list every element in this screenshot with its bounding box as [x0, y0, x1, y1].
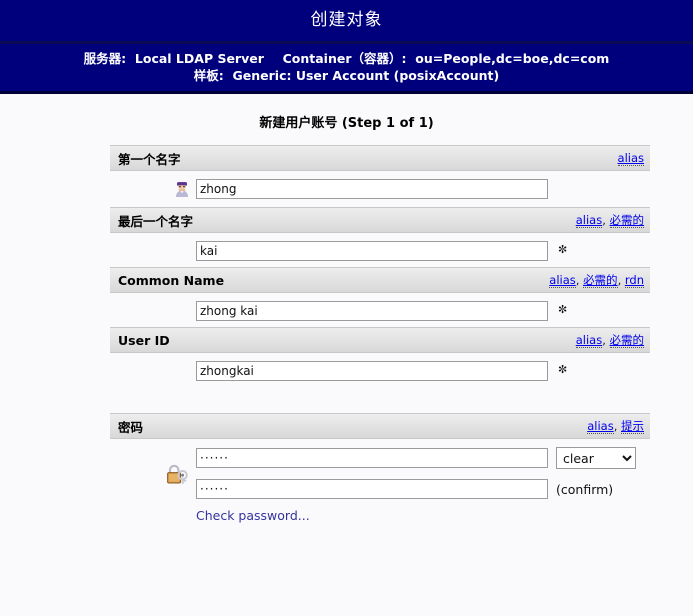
attribute-input-cell: [196, 179, 548, 199]
attribute-label: User ID: [118, 332, 170, 348]
attribute-input-cell: [196, 301, 548, 321]
container-value: ou=People,dc=boe,dc=com: [415, 51, 610, 66]
attribute-flags: alias, 必需的: [575, 213, 644, 228]
attribute-required-marker: ✼: [548, 241, 693, 256]
attribute-flags: alias, 必需的, rdn: [549, 273, 644, 288]
attribute-value-row: clearcryptmd5smd5shasshablowfish (confir…: [0, 439, 693, 529]
attribute-value-row: ✼: [0, 293, 693, 327]
check-password-row: Check password...: [196, 508, 636, 523]
password-row-primary: clearcryptmd5smd5shasshablowfish: [196, 447, 636, 469]
attribute-label: 密码: [118, 419, 144, 435]
attribute-icon-gutter: [0, 301, 196, 303]
flag-alias[interactable]: alias: [575, 213, 603, 228]
create-object-form: 第一个名字 alias zhong 最后一个名字 alias, 必需的 kai …: [0, 145, 693, 529]
server-label: 服务器:: [83, 51, 127, 66]
flag-required[interactable]: 必需的: [609, 213, 644, 228]
password-input[interactable]: [196, 448, 548, 468]
attribute-required-marker: [548, 179, 693, 181]
flag-alias[interactable]: alias: [617, 151, 644, 166]
attribute-icon-gutter: [0, 241, 196, 243]
confirm-label: (confirm): [556, 481, 614, 497]
container-label: Container（容器）:: [282, 51, 407, 66]
page-title: 创建对象: [0, 0, 693, 41]
attribute-block-first-name: 第一个名字 alias: [0, 145, 693, 207]
flag-alias[interactable]: alias: [549, 273, 576, 288]
attribute-required-marker: ✼: [548, 361, 693, 376]
template-label: 样板:: [193, 68, 224, 83]
attribute-header: Common Name alias, 必需的, rdn: [110, 267, 650, 293]
flag-alias[interactable]: alias: [575, 333, 603, 348]
attribute-icon-gutter: [0, 361, 196, 363]
user-icon: [174, 181, 190, 201]
last-name-input[interactable]: [196, 241, 548, 261]
attribute-label: 第一个名字: [118, 151, 181, 167]
attribute-value-row: [0, 171, 693, 207]
padlock-key-icon: [164, 461, 190, 490]
attribute-block-common-name: Common Name alias, 必需的, rdn ✼: [0, 267, 693, 327]
attribute-label: 最后一个名字: [118, 213, 194, 229]
required-star-icon: ✼: [558, 243, 568, 256]
password-hash-select[interactable]: clearcryptmd5smd5shasshablowfish: [556, 447, 636, 469]
attribute-required-marker: [636, 447, 693, 449]
flag-required[interactable]: 必需的: [609, 333, 644, 348]
page-banner: 创建对象 服务器: Local LDAP Server Container（容器…: [0, 0, 693, 94]
password-fields-cell: clearcryptmd5smd5shasshablowfish (confir…: [196, 447, 636, 523]
attribute-input-cell: [196, 361, 548, 381]
attribute-flags: alias: [617, 151, 644, 166]
password-rows: clearcryptmd5smd5shasshablowfish (confir…: [196, 447, 636, 523]
template-value: Generic: User Account (posixAccount): [232, 68, 500, 83]
attribute-flags: alias, 必需的: [575, 333, 644, 348]
attribute-input-cell: [196, 241, 548, 261]
attribute-block-password: 密码 alias, 提示 ······ clear ······ (confir…: [0, 413, 693, 529]
attribute-icon-gutter: [0, 447, 196, 490]
step-heading: 新建用户账号 (Step 1 of 1): [259, 116, 434, 131]
required-star-icon: ✼: [558, 363, 568, 376]
required-star-icon: ✼: [558, 303, 568, 316]
attribute-block-user-id: User ID alias, 必需的 ✼: [0, 327, 693, 387]
common-name-input[interactable]: [196, 301, 548, 321]
user-id-input[interactable]: [196, 361, 548, 381]
attribute-label: Common Name: [118, 272, 225, 288]
attribute-flags: alias, 提示: [587, 419, 644, 434]
flag-alias[interactable]: alias: [587, 419, 614, 434]
server-value: Local LDAP Server: [134, 51, 264, 66]
attribute-header: User ID alias, 必需的: [110, 327, 650, 353]
flag-hint[interactable]: 提示: [621, 419, 644, 434]
attribute-required-marker: ✼: [548, 301, 693, 316]
attribute-value-row: ✼: [0, 353, 693, 387]
attribute-block-last-name: 最后一个名字 alias, 必需的 ✼: [0, 207, 693, 267]
banner-line-server: 服务器: Local LDAP Server Container（容器）: ou…: [0, 50, 693, 67]
attribute-header: 密码 alias, 提示: [110, 413, 650, 439]
banner-context-info: 服务器: Local LDAP Server Container（容器）: ou…: [0, 44, 693, 91]
check-password-link[interactable]: Check password...: [196, 508, 310, 523]
banner-line-template: 样板: Generic: User Account (posixAccount): [0, 67, 693, 84]
password-confirm-input[interactable]: [196, 479, 548, 499]
password-row-confirm: (confirm): [196, 479, 636, 499]
attribute-header: 最后一个名字 alias, 必需的: [110, 207, 650, 233]
flag-rdn[interactable]: rdn: [624, 273, 644, 288]
attribute-value-row: ✼: [0, 233, 693, 267]
first-name-input[interactable]: [196, 179, 548, 199]
flag-required[interactable]: 必需的: [583, 273, 618, 288]
attribute-header: 第一个名字 alias: [110, 145, 650, 171]
attribute-icon-gutter: [0, 179, 196, 201]
